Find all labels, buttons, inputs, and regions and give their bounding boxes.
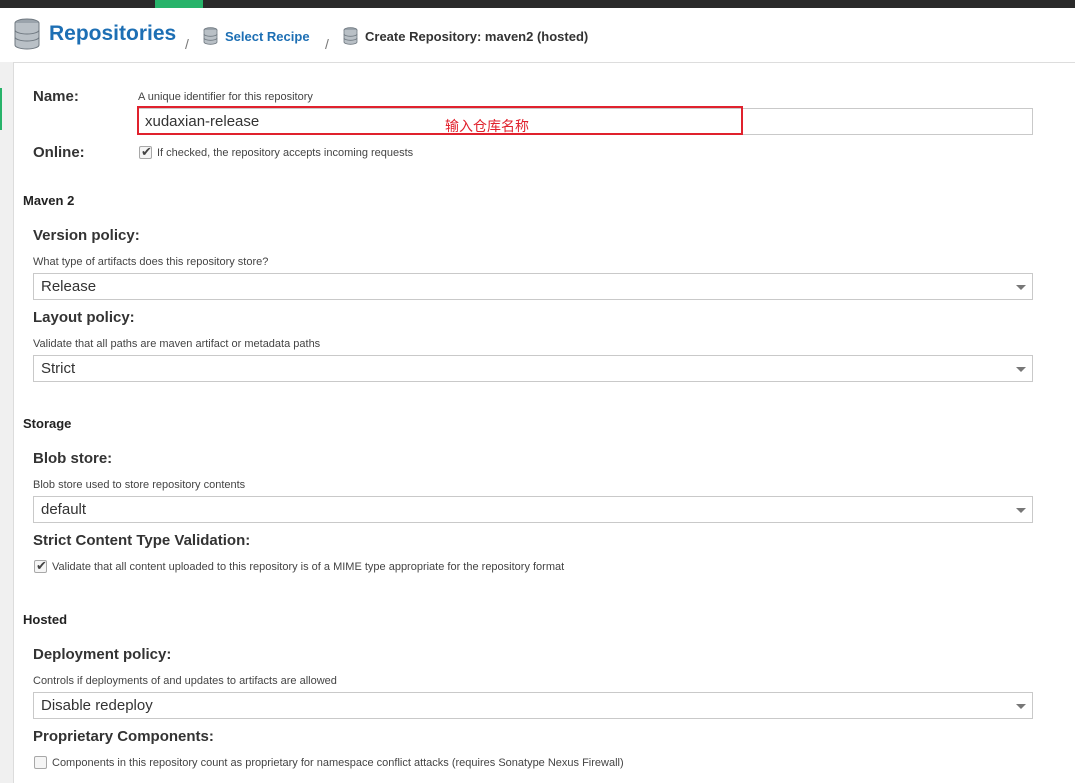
deployment-policy-help: Controls if deployments of and updates t… bbox=[33, 675, 337, 687]
breadcrumb-current: Create Repository: maven2 (hosted) bbox=[343, 27, 588, 45]
top-bar bbox=[0, 0, 1075, 8]
breadcrumb-separator: / bbox=[185, 36, 189, 52]
strict-content-label: Strict Content Type Validation: bbox=[33, 532, 251, 549]
name-help: A unique identifier for this repository bbox=[138, 91, 313, 103]
left-sidebar bbox=[0, 62, 14, 783]
page-title[interactable]: Repositories bbox=[49, 22, 176, 46]
sidebar-active-indicator bbox=[0, 88, 2, 130]
database-icon bbox=[203, 27, 218, 45]
breadcrumb: Repositories / Select Recipe / Create Re… bbox=[0, 8, 1075, 63]
blob-store-label: Blob store: bbox=[33, 450, 113, 467]
proprietary-components-checkbox-label: Components in this repository count as p… bbox=[52, 757, 624, 769]
database-icon bbox=[14, 18, 40, 50]
proprietary-components-checkbox[interactable] bbox=[34, 756, 47, 769]
layout-policy-value: Strict bbox=[41, 360, 76, 377]
checkmark-icon: ✔ bbox=[36, 558, 47, 573]
layout-policy-help: Validate that all paths are maven artifa… bbox=[33, 338, 321, 350]
online-checkbox-label: If checked, the repository accepts incom… bbox=[157, 147, 414, 159]
version-policy-help: What type of artifacts does this reposit… bbox=[33, 256, 269, 268]
deployment-policy-select[interactable]: Disable redeploy bbox=[33, 692, 1033, 719]
online-label: Online: bbox=[33, 144, 85, 161]
version-policy-label: Version policy: bbox=[33, 227, 140, 244]
annotation-text: 输入仓库名称 bbox=[445, 118, 529, 134]
proprietary-components-label: Proprietary Components: bbox=[33, 728, 214, 745]
blob-store-select[interactable]: default bbox=[33, 496, 1033, 523]
checkmark-icon: ✔ bbox=[141, 144, 152, 159]
section-storage: Storage bbox=[23, 416, 72, 431]
version-policy-value: Release bbox=[41, 278, 97, 295]
section-maven2: Maven 2 bbox=[23, 193, 75, 208]
deployment-policy-label: Deployment policy: bbox=[33, 646, 172, 663]
strict-content-checkbox-label: Validate that all content uploaded to th… bbox=[52, 561, 565, 573]
strict-content-checkbox[interactable]: ✔ bbox=[34, 558, 47, 573]
online-checkbox[interactable]: ✔ bbox=[139, 144, 152, 159]
chevron-down-icon[interactable] bbox=[1016, 285, 1026, 290]
current-page-label: Create Repository: maven2 (hosted) bbox=[365, 28, 589, 44]
name-label: Name: bbox=[33, 88, 79, 105]
chevron-down-icon[interactable] bbox=[1016, 704, 1026, 709]
select-recipe-link[interactable]: Select Recipe bbox=[225, 29, 310, 44]
chevron-down-icon[interactable] bbox=[1016, 508, 1026, 513]
breadcrumb-separator: / bbox=[325, 36, 329, 52]
layout-policy-select[interactable]: Strict bbox=[33, 355, 1033, 382]
breadcrumb-repositories[interactable]: Repositories bbox=[14, 18, 176, 50]
layout-policy-label: Layout policy: bbox=[33, 309, 135, 326]
breadcrumb-select-recipe[interactable]: Select Recipe bbox=[203, 27, 310, 45]
section-hosted: Hosted bbox=[23, 612, 68, 627]
blob-store-value: default bbox=[41, 501, 87, 518]
version-policy-select[interactable]: Release bbox=[33, 273, 1033, 300]
database-icon bbox=[343, 27, 358, 45]
deployment-policy-value: Disable redeploy bbox=[41, 697, 153, 714]
chevron-down-icon[interactable] bbox=[1016, 367, 1026, 372]
active-nav-tab-indicator[interactable] bbox=[155, 0, 203, 8]
annotation-highlight-box bbox=[137, 106, 743, 135]
blob-store-help: Blob store used to store repository cont… bbox=[33, 479, 246, 491]
